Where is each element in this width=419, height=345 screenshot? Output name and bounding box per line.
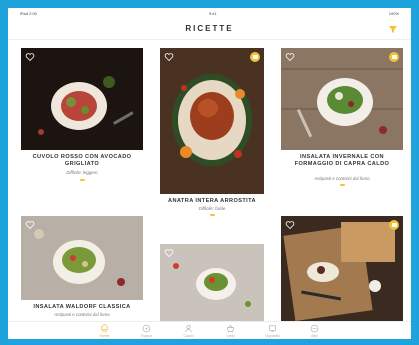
status-battery: 100% [388, 10, 399, 16]
status-left: iPad 2:00 [20, 10, 37, 16]
heart-outline-icon[interactable] [164, 248, 174, 258]
tab-label: Altro [311, 334, 318, 338]
tab-esplora[interactable]: Esplora [130, 324, 164, 339]
tab-label: Cesto [226, 334, 235, 338]
compass-icon [142, 324, 151, 333]
person-icon [185, 325, 192, 333]
recipe-subtitle: Antipasti e contorni dal forno [54, 312, 110, 317]
recipe-card-insalata-invernale[interactable]: INSALATA INVERNALE CON FORMAGGIO DI CAPR… [281, 48, 403, 198]
page-title: RICETTE [185, 24, 234, 33]
tab-cuochi[interactable]: Cuochi [172, 324, 206, 339]
recipe-subtitle: Difficile: facile [198, 206, 226, 211]
recipe-image [21, 48, 143, 150]
tab-ricette[interactable]: Ricette [88, 324, 122, 339]
tab-altro[interactable]: Altro [298, 324, 332, 339]
ipad-screen: iPad 2:00 9:41 100% RICETTE CUVOLO ROSSO… [8, 8, 411, 339]
chef-hat-icon [100, 324, 109, 332]
recipe-image [160, 244, 264, 322]
recipe-image [21, 216, 143, 300]
recipe-subtitle: Antipasti e contorni dal forno [314, 176, 370, 181]
tab-bar: Ricette Esplora Cuochi Cesto Dispositivi… [8, 321, 411, 339]
tab-label: Ricette [99, 334, 110, 338]
page-dot [210, 214, 215, 216]
tab-label: Cuochi [183, 334, 194, 338]
recipe-title: CUVOLO ROSSO CON AVOCADO GRIGLIATO [32, 154, 132, 167]
chef-hat-badge-icon [389, 52, 399, 62]
heart-outline-icon[interactable] [164, 52, 174, 62]
recipe-title: ANATRA INTERA ARROSTITA [168, 198, 256, 204]
basket-icon [226, 324, 235, 332]
status-bar: iPad 2:00 9:41 100% [8, 8, 411, 18]
status-time: 9:41 [208, 10, 217, 16]
heart-outline-icon[interactable] [285, 52, 295, 62]
heart-outline-icon[interactable] [285, 220, 295, 230]
recipe-card-piatto-5[interactable] [160, 244, 264, 322]
chef-hat-badge-icon [389, 220, 399, 230]
recipe-title: INSALATA WALDORF CLASSICA [33, 304, 131, 310]
chef-hat-badge-icon [250, 52, 260, 62]
tab-label: Dispositivi [265, 334, 280, 338]
more-icon [310, 324, 319, 333]
filter-icon[interactable] [387, 23, 399, 35]
recipe-card-anatra[interactable]: ANATRA INTERA ARROSTITA Difficile: facil… [160, 48, 264, 226]
page-dot [80, 179, 85, 181]
tab-cesto[interactable]: Cesto [214, 324, 248, 339]
recipe-card-piatto-6[interactable] [281, 216, 403, 322]
recipe-subtitle: Difficile: leggero [66, 170, 98, 175]
recipe-image [160, 48, 264, 194]
navigation-bar: RICETTE [8, 18, 411, 40]
recipe-title: INSALATA INVERNALE CON FORMAGGIO DI CAPR… [294, 154, 390, 167]
tab-dispositivi[interactable]: Dispositivi [256, 324, 290, 339]
page-dot [340, 184, 345, 186]
heart-outline-icon[interactable] [25, 52, 35, 62]
recipe-image [281, 48, 403, 150]
recipe-card-cuvolo[interactable]: CUVOLO ROSSO CON AVOCADO GRIGLIATO Diffi… [21, 48, 143, 198]
recipe-card-waldorf[interactable]: INSALATA WALDORF CLASSICA Antipasti e co… [21, 216, 143, 322]
heart-outline-icon[interactable] [25, 220, 35, 230]
device-icon [269, 325, 276, 332]
recipe-image [281, 216, 403, 322]
tab-label: Esplora [141, 334, 152, 338]
recipe-grid: CUVOLO ROSSO CON AVOCADO GRIGLIATO Diffi… [21, 48, 403, 322]
